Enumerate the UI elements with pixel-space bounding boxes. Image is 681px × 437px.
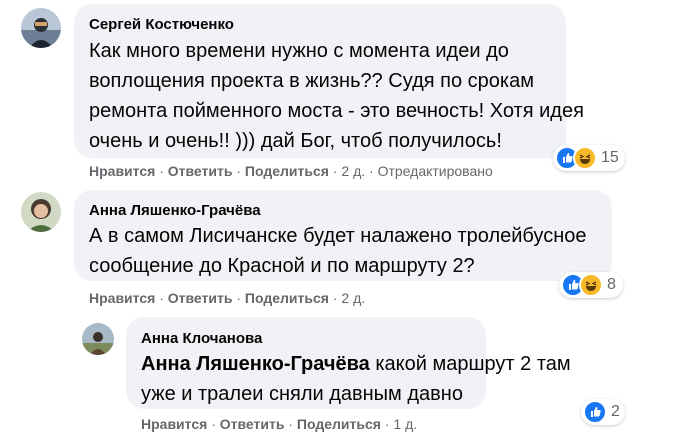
comment-author[interactable]: Анна Клочанова	[141, 330, 262, 347]
like-link[interactable]: Нравится	[89, 163, 155, 179]
avatar[interactable]	[21, 192, 61, 232]
separator: ·	[236, 163, 245, 179]
avatar[interactable]	[82, 323, 114, 355]
comment-text-line: Как много времени нужно с момента идеи д…	[89, 40, 509, 62]
timestamp[interactable]: 1 д.	[393, 416, 417, 432]
share-link[interactable]: Поделиться	[297, 416, 381, 432]
separator: ·	[288, 416, 297, 432]
share-link[interactable]: Поделиться	[245, 290, 329, 306]
separator: ·	[236, 290, 245, 306]
reactions-summary[interactable]: 15	[553, 145, 625, 171]
comment-text-line: воплощения проекта в жизнь?? Судя по сро…	[89, 70, 534, 92]
comment-actions: Нравится · Ответить · Поделиться · 2 д.	[89, 290, 365, 306]
avatar-photo-icon	[21, 8, 61, 48]
separator: ·	[369, 163, 378, 179]
edited-label: Отредактировано	[377, 163, 493, 179]
reaction-count: 8	[607, 276, 616, 293]
comment-text-line: А в самом Лисичанске будет налажено трол…	[89, 225, 587, 247]
comment-text: Анна Ляшенко-Грачёва какой маршрут 2 там…	[141, 349, 571, 409]
comment-text-line: сообщение до Красной и по маршруту 2?	[89, 255, 475, 277]
reactions-summary[interactable]: 8	[559, 272, 623, 298]
avatar[interactable]	[21, 8, 61, 48]
comment-text: Как много времени нужно с момента идеи д…	[89, 36, 584, 156]
comment-text-line: очень и очень!! ))) дай Бог, чтоб получи…	[89, 130, 502, 152]
reply-link[interactable]: Ответить	[220, 416, 285, 432]
timestamp[interactable]: 2 д.	[341, 163, 365, 179]
comment-author[interactable]: Сергей Костюченко	[89, 16, 234, 33]
reply-link[interactable]: Ответить	[168, 163, 233, 179]
separator: ·	[159, 290, 168, 306]
haha-icon	[579, 273, 603, 297]
comment-text-line: уже и тралеи сняли давным давно	[141, 383, 463, 405]
like-link[interactable]: Нравится	[141, 416, 207, 432]
comment-text-fragment: какой маршрут 2 там	[369, 353, 571, 375]
comment-author[interactable]: Анна Ляшенко-Грачёва	[89, 202, 261, 219]
avatar-photo-icon	[82, 323, 114, 355]
share-link[interactable]: Поделиться	[245, 163, 329, 179]
reaction-count: 15	[601, 149, 619, 166]
timestamp[interactable]: 2 д.	[341, 290, 365, 306]
separator: ·	[211, 416, 220, 432]
avatar-photo-icon	[21, 192, 61, 232]
comment-text-line: Анна Ляшенко-Грачёва какой маршрут 2 там	[141, 349, 571, 379]
reactions-summary[interactable]: 2	[581, 399, 625, 425]
like-link[interactable]: Нравится	[89, 290, 155, 306]
like-icon	[583, 400, 607, 424]
reaction-count: 2	[611, 403, 620, 420]
separator: ·	[159, 163, 168, 179]
comment-text: А в самом Лисичанске будет налажено трол…	[89, 221, 587, 281]
comment-actions: Нравится · Ответить · Поделиться · 1 д.	[141, 416, 417, 432]
mention-link[interactable]: Анна Ляшенко-Грачёва	[141, 353, 370, 375]
comment-text-line: ремонта пойменного моста - это вечность!…	[89, 100, 584, 122]
comment-actions: Нравится · Ответить · Поделиться · 2 д. …	[89, 163, 493, 179]
haha-icon	[573, 146, 597, 170]
reply-link[interactable]: Ответить	[168, 290, 233, 306]
